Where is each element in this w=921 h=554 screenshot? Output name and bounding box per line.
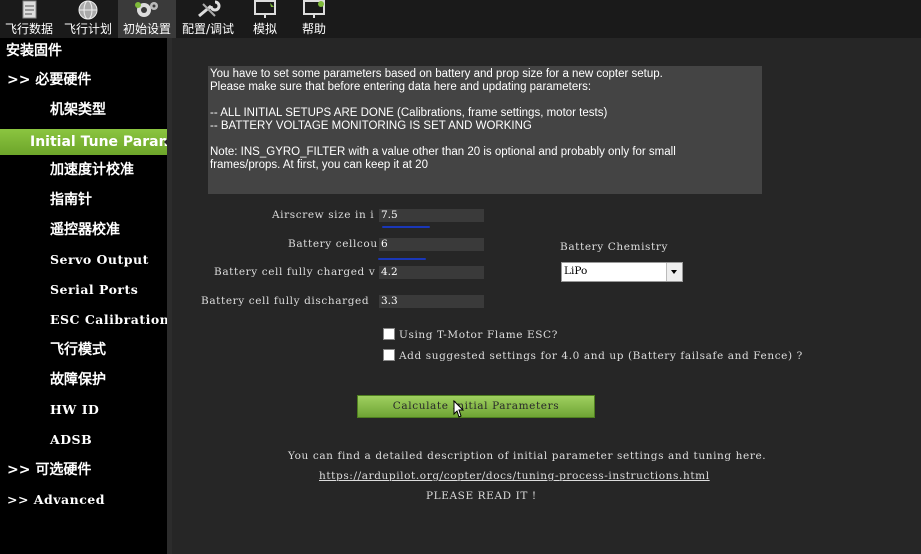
tuning-instructions-link[interactable]: https://ardupilot.org/copter/docs/tuning…: [319, 470, 710, 482]
menu-label: 配置/调试: [181, 22, 235, 36]
sidebar-item-mandatory-hardware[interactable]: >> 必要硬件: [0, 67, 177, 93]
top-menu-bar: 飞行数据 飞行计划 初始设置 配置/调试 模拟 帮助: [0, 0, 921, 38]
discharged-voltage-label: Battery cell fully discharged: [201, 295, 370, 307]
menu-flight-data[interactable]: 飞行数据: [0, 0, 58, 38]
sidebar-item-frame-type[interactable]: 机架类型: [0, 97, 170, 123]
sidebar-item-servo-output[interactable]: Servo Output: [0, 247, 170, 273]
sidebar-item-flight-modes[interactable]: 飞行模式: [0, 337, 170, 363]
menu-config-tuning[interactable]: 配置/调试: [179, 0, 237, 38]
monitor-question-icon: [303, 0, 325, 18]
chevron-down-icon[interactable]: [666, 263, 682, 281]
notice-text: You have to set some parameters based on…: [210, 68, 663, 80]
menu-help[interactable]: 帮助: [292, 0, 336, 38]
suggested-settings-checkbox-label: Add suggested settings for 4.0 and up (B…: [399, 350, 803, 362]
sidebar-item-optional-hardware[interactable]: >> 可选硬件: [0, 457, 177, 483]
battery-chemistry-value: LiPo: [564, 265, 588, 277]
sidebar-item-accel-calibration[interactable]: 加速度计校准: [0, 157, 170, 183]
suggested-settings-checkbox-row[interactable]: Add suggested settings for 4.0 and up (B…: [383, 349, 803, 362]
notice-text: -- ALL INITIAL SETUPS ARE DONE (Calibrat…: [210, 107, 608, 119]
annotation-underline: [382, 226, 430, 228]
sidebar-item-compass[interactable]: 指南针: [0, 187, 170, 213]
menu-label: 飞行数据: [4, 22, 53, 36]
menu-label: 初始设置: [122, 22, 171, 36]
mouse-cursor-icon: [453, 400, 465, 418]
sidebar-item-initial-tune-parameters[interactable]: Initial Tune Parameters: [0, 129, 170, 155]
cellcount-input[interactable]: 6: [379, 238, 484, 251]
airscrew-input[interactable]: 7.5: [379, 209, 484, 222]
menu-flight-plan[interactable]: 飞行计划: [60, 0, 116, 38]
wrench-icon: [198, 0, 221, 18]
description-text: You can find a detailed description of i…: [288, 450, 767, 462]
tmotor-checkbox[interactable]: [383, 328, 395, 340]
notice-text: -- BATTERY VOLTAGE MONITORING IS SET AND…: [210, 120, 532, 132]
globe-icon: [78, 0, 98, 20]
annotation-underline: [378, 258, 426, 260]
clipboard-icon: [22, 0, 37, 19]
menu-label: 模拟: [252, 22, 277, 36]
notice-panel: You have to set some parameters based on…: [208, 66, 762, 194]
airscrew-label: Airscrew size in i: [272, 209, 375, 221]
cellcount-label: Battery cellcou: [288, 238, 378, 250]
battery-chemistry-label: Battery Chemistry: [560, 241, 669, 253]
sidebar-scroll-edge[interactable]: [167, 38, 172, 554]
sidebar-item-esc-calibration[interactable]: ESC Calibration: [0, 307, 170, 333]
menu-label: 帮助: [301, 22, 326, 36]
charged-voltage-input[interactable]: 4.2: [379, 266, 484, 279]
sidebar-item-advanced[interactable]: >> Advanced: [0, 487, 177, 513]
sidebar-item-serial-ports[interactable]: Serial Ports: [0, 277, 170, 303]
calculate-initial-parameters-button[interactable]: Calculate Initial Parameters: [357, 395, 595, 418]
charged-voltage-label: Battery cell fully charged v: [214, 266, 376, 278]
tmotor-checkbox-label: Using T-Motor Flame ESC?: [399, 329, 558, 341]
menu-label: 飞行计划: [63, 22, 112, 36]
suggested-settings-checkbox[interactable]: [383, 349, 395, 361]
battery-chemistry-select[interactable]: LiPo: [561, 262, 683, 282]
sidebar-item-failsafe[interactable]: 故障保护: [0, 367, 170, 393]
sidebar-item-hw-id[interactable]: HW ID: [0, 397, 170, 423]
notice-text: Note: INS_GYRO_FILTER with a value other…: [210, 146, 676, 158]
sidebar-item-radio-calibration[interactable]: 遥控器校准: [0, 217, 170, 243]
tmotor-checkbox-row[interactable]: Using T-Motor Flame ESC?: [383, 328, 558, 341]
monitor-plane-icon: [254, 0, 276, 18]
read-it-text: PLEASE READ IT !: [426, 490, 537, 502]
setup-sidebar: 安装固件 >> 必要硬件 机架类型 Initial Tune Parameter…: [0, 38, 172, 554]
sidebar-item-install-firmware[interactable]: 安装固件: [0, 38, 176, 64]
menu-simulation[interactable]: 模拟: [242, 0, 288, 38]
notice-text: frames/props. At first, you can keep it …: [210, 159, 428, 171]
sidebar-item-adsb[interactable]: ADSB: [0, 427, 170, 453]
menu-initial-setup[interactable]: 初始设置: [118, 0, 176, 38]
gears-icon: [135, 2, 158, 17]
discharged-voltage-input[interactable]: 3.3: [379, 295, 484, 308]
notice-text: Please make sure that before entering da…: [210, 81, 592, 93]
